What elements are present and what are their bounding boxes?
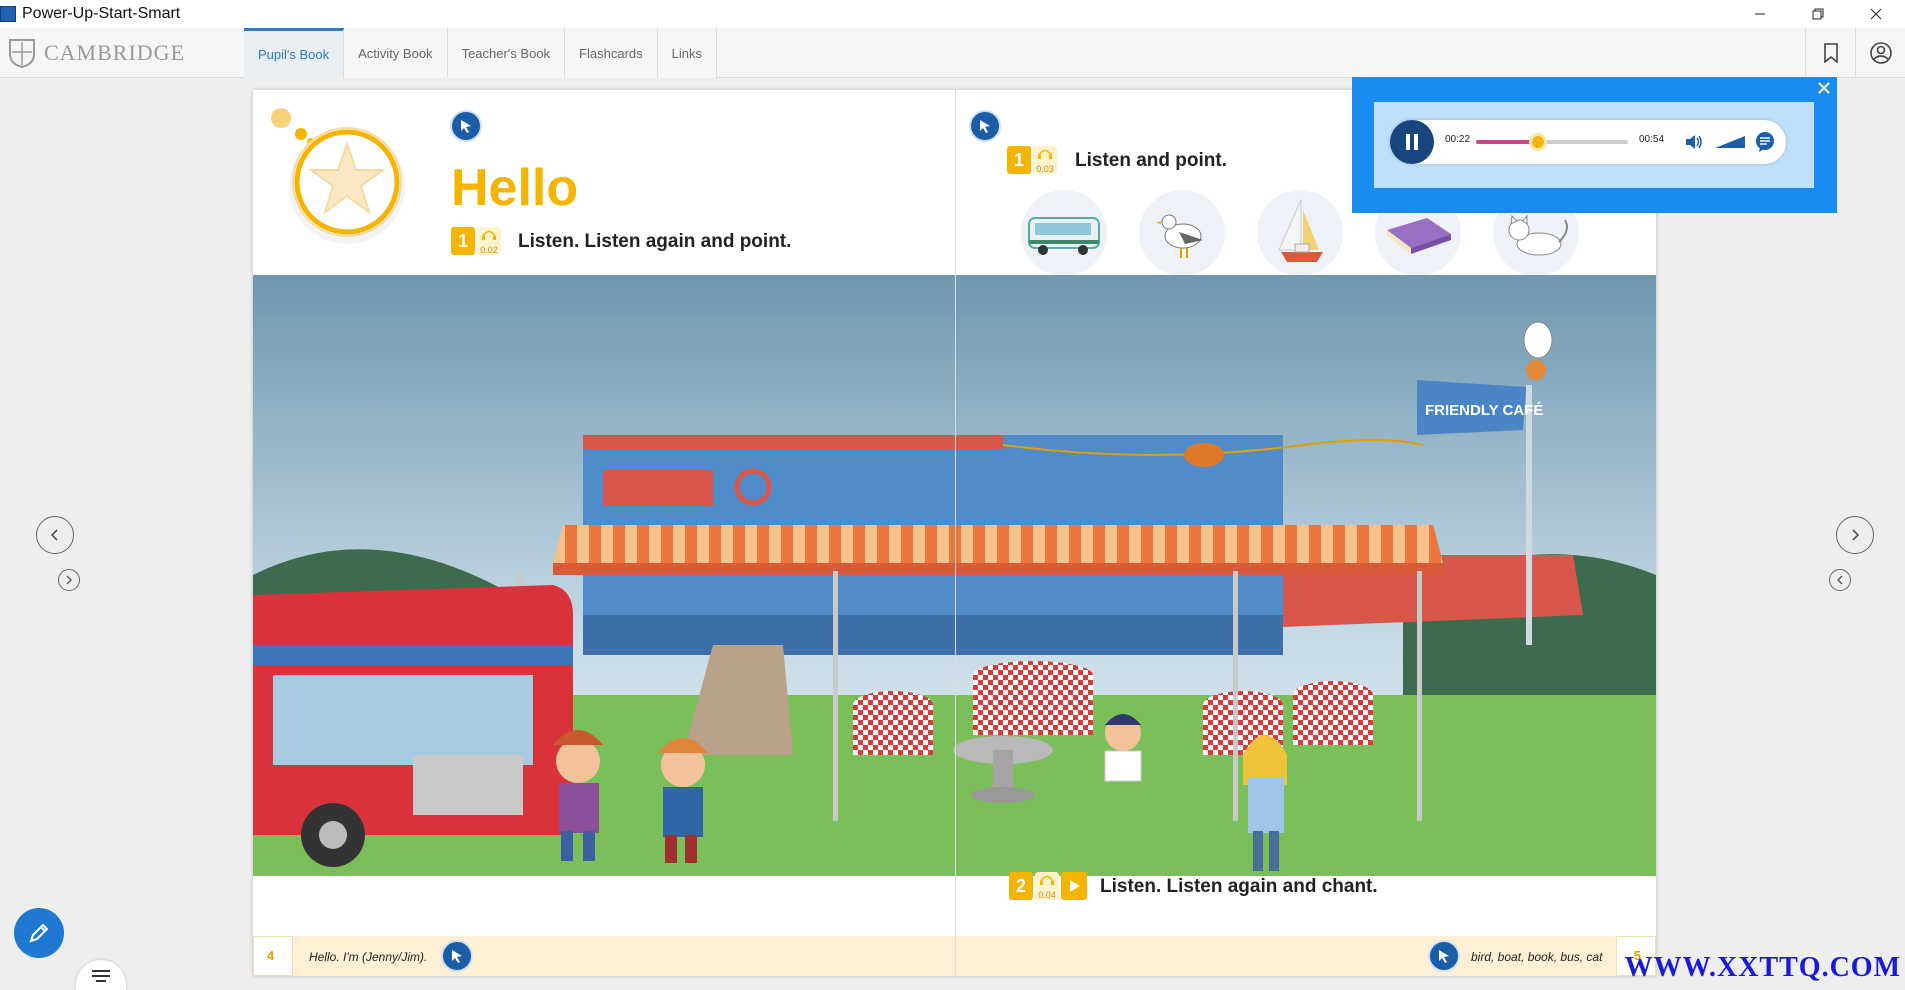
cursor-icon (461, 120, 471, 133)
cursor-icon (452, 950, 462, 963)
audio-progress-handle[interactable] (1529, 133, 1548, 151)
restore-button[interactable] (1789, 0, 1847, 28)
chevron-right-icon (1852, 529, 1860, 541)
window-controls (1731, 0, 1905, 28)
headphones-icon (482, 230, 496, 240)
logo-text: CAMBRIDGE (44, 40, 186, 65)
volume-button[interactable] (1684, 132, 1704, 157)
window-title: Power-Up-Start-Smart (22, 5, 181, 22)
annotate-button[interactable] (14, 908, 64, 958)
audio-player-popup: 00:22 00:54 (1352, 77, 1837, 213)
activity-number-badge: 1 (451, 227, 475, 255)
book-tabs: Pupil's Book Activity Book Teacher's Boo… (244, 28, 717, 78)
close-audio-button[interactable] (1815, 79, 1833, 97)
left-footer-pointer-button[interactable] (441, 940, 473, 972)
pause-icon (1406, 134, 1418, 150)
top-navigation: CAMBRIDGE Pupil's Book Activity Book Tea… (0, 28, 1905, 78)
left-footer-text: Hello. I'm (Jenny/Jim). (309, 950, 428, 964)
left-page-number: 4 (267, 948, 275, 963)
chat-bubble-icon (1756, 132, 1774, 152)
account-button[interactable] (1855, 28, 1905, 78)
nav-right-actions (1805, 28, 1905, 78)
close-window-button[interactable] (1847, 0, 1905, 28)
hamburger-icon (92, 970, 110, 982)
audio-track-label: 0.04 (1038, 890, 1056, 900)
volume-slider[interactable] (1714, 134, 1746, 155)
bookmark-icon (1823, 43, 1838, 63)
right-page-pointer-button[interactable] (969, 110, 1001, 142)
book-spread: Hello 1 0.02 Listen. Listen again and po… (253, 90, 1656, 976)
bookmark-button[interactable] (1805, 28, 1855, 78)
right-footer-pointer-button[interactable] (1428, 940, 1460, 972)
tab-activity-book[interactable]: Activity Book (344, 28, 448, 78)
right-footer-text: bird, boat, book, bus, cat (1471, 950, 1603, 964)
previous-spread-small-button[interactable] (1829, 569, 1851, 591)
tab-pupils-book[interactable]: Pupil's Book (244, 28, 345, 78)
tab-links[interactable]: Links (657, 28, 717, 78)
audio-progress-bar[interactable] (1476, 133, 1628, 151)
play-icon (1070, 880, 1080, 892)
pause-button[interactable] (1390, 120, 1434, 164)
audio-track-badge[interactable]: 0.04 (1035, 872, 1059, 900)
cambridge-shield-icon (9, 39, 35, 68)
vocab-bird[interactable] (1139, 190, 1225, 276)
page-gutter (955, 90, 956, 976)
app-icon (0, 6, 16, 22)
bus-icon (1028, 217, 1100, 255)
chevron-left-icon (1837, 575, 1843, 585)
activity-number-badge: 1 (1007, 146, 1031, 174)
pen-icon (29, 923, 49, 943)
chant-instruction: Listen. Listen again and chant. (1100, 876, 1378, 897)
vocab-bus[interactable] (1021, 190, 1107, 276)
audio-track-badge[interactable]: 0.02 (477, 227, 501, 255)
headphones-icon (1038, 149, 1052, 159)
chevron-right-icon (66, 575, 72, 585)
restore-icon (1812, 8, 1824, 20)
tab-flashcards[interactable]: Flashcards (565, 28, 658, 78)
user-icon (1869, 42, 1892, 64)
window-titlebar: Power-Up-Start-Smart (0, 0, 1905, 28)
audio-track-label: 0.02 (480, 245, 498, 255)
minimize-button[interactable] (1731, 0, 1789, 28)
audio-track-label: 0.03 (1036, 164, 1054, 174)
boat-icon (1278, 199, 1323, 262)
next-spread-small-button[interactable] (58, 569, 80, 591)
cursor-icon (1439, 950, 1449, 963)
left-page-pointer-button[interactable] (450, 110, 482, 142)
transcript-button[interactable] (1754, 131, 1776, 158)
unit-title: Hello (451, 159, 579, 217)
total-time: 00:54 (1639, 134, 1665, 145)
vocab-boat[interactable] (1257, 190, 1343, 276)
speaker-icon (1686, 135, 1702, 149)
volume-level-icon (1715, 136, 1745, 148)
headphones-icon (1040, 875, 1054, 885)
close-icon (1870, 8, 1882, 20)
cursor-icon (980, 120, 990, 133)
activity-number-badge: 2 (1009, 872, 1033, 900)
minimize-icon (1755, 13, 1765, 15)
current-time: 00:22 (1445, 134, 1471, 145)
left-instruction: Listen. Listen again and point. (518, 231, 792, 252)
audio-track-badge[interactable]: 0.03 (1033, 146, 1057, 174)
bird-icon (1156, 214, 1203, 258)
audio-controls: 00:22 00:54 (1390, 120, 1786, 164)
next-page-button[interactable] (1836, 516, 1874, 554)
right-instruction: Listen and point. (1075, 150, 1227, 171)
previous-page-button[interactable] (36, 516, 74, 554)
chevron-left-icon (50, 529, 58, 541)
video-button[interactable] (1061, 872, 1087, 900)
cambridge-logo[interactable]: CAMBRIDGE (8, 34, 185, 72)
unit-star-badge (271, 108, 405, 244)
close-icon (1818, 82, 1830, 94)
watermark: WWW.XXTTQ.COM (1624, 952, 1901, 983)
friendly-cafe-sign: FRIENDLY CAFÉ (1425, 402, 1543, 419)
tab-teachers-book[interactable]: Teacher's Book (447, 28, 566, 78)
